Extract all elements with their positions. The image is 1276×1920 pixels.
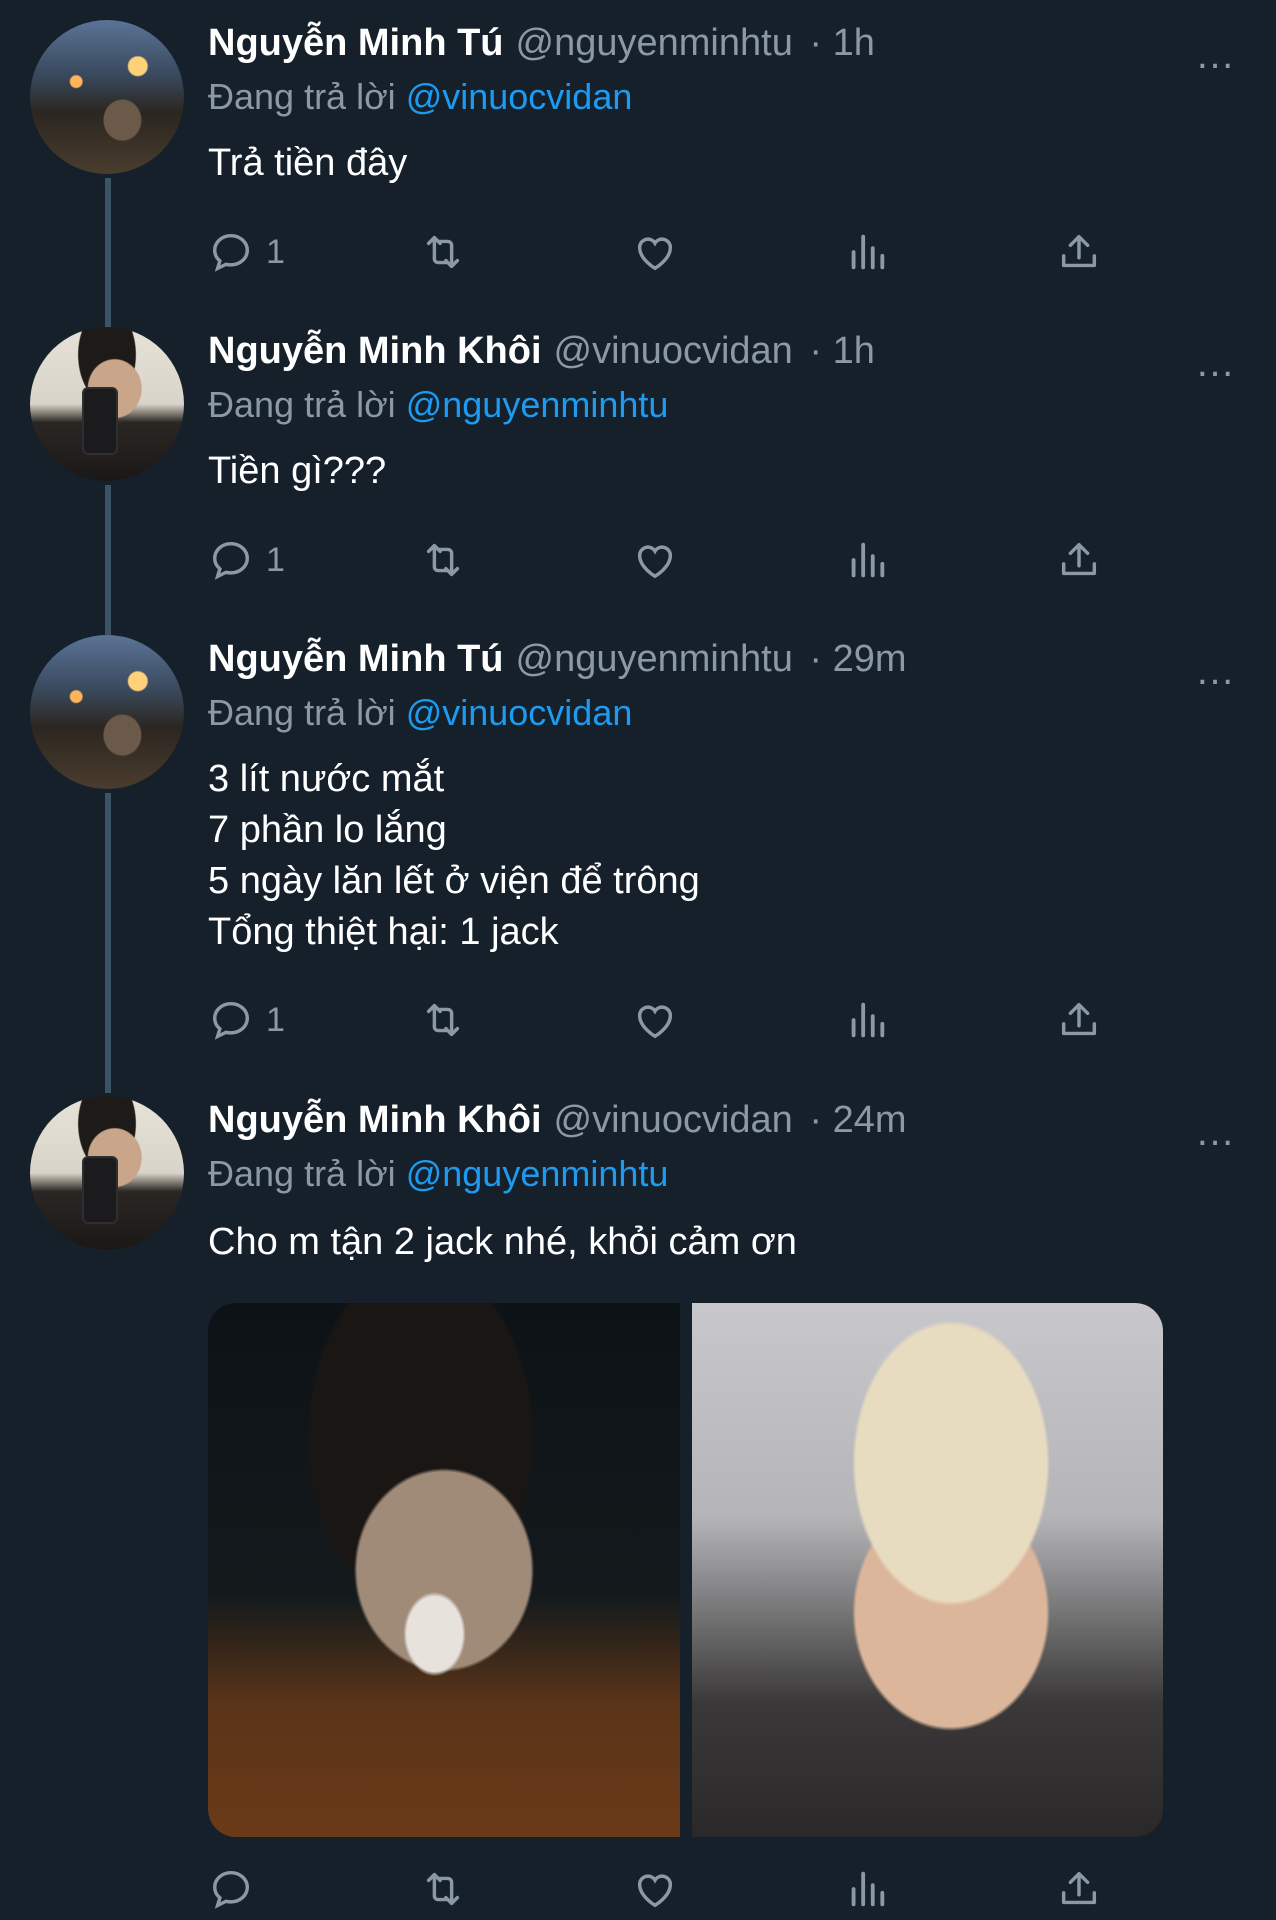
media-image[interactable] [692, 1303, 1163, 1837]
display-name[interactable]: Nguyễn Minh Tú [208, 638, 504, 680]
views-button[interactable] [844, 530, 890, 590]
reply-icon [212, 233, 250, 272]
views-button[interactable] [844, 1859, 890, 1919]
tweet-header: Nguyễn Minh Tú @nguyenminhtu · 1h [208, 22, 875, 65]
timestamp[interactable]: · 24m [809, 1099, 906, 1141]
retweet-icon [426, 1872, 460, 1906]
replying-label: Đang trả lời [208, 692, 396, 733]
analytics-icon [851, 234, 885, 270]
reply-icon [212, 541, 250, 580]
reply-button[interactable]: 1 [208, 990, 285, 1050]
replying-to: Đang trả lời @nguyenminhtu [208, 1153, 668, 1195]
replying-to: Đang trả lời @vinuocvidan [208, 76, 632, 118]
heart-icon [637, 545, 673, 579]
avatar[interactable] [30, 20, 184, 174]
more-options-icon[interactable]: … [1195, 651, 1236, 691]
share-button[interactable] [1056, 990, 1102, 1050]
tweet-header: Nguyễn Minh Tú @nguyenminhtu · 29m [208, 638, 907, 681]
views-button[interactable] [844, 990, 890, 1050]
reply-icon [212, 1870, 250, 1909]
timestamp[interactable]: · 29m [809, 638, 906, 680]
avatar[interactable] [30, 1096, 184, 1250]
more-options-icon[interactable]: … [1195, 1112, 1236, 1152]
thread-line [105, 793, 111, 1093]
views-button[interactable] [844, 222, 890, 282]
share-icon [1061, 542, 1097, 576]
retweet-button[interactable] [420, 990, 466, 1050]
replying-label: Đang trả lời [208, 384, 396, 425]
tweet-text: Cho m tận 2 jack nhé, khỏi cảm ơn [208, 1221, 797, 1263]
heart-icon [637, 237, 673, 271]
tweet-actions [208, 1859, 1138, 1919]
thread-line [105, 485, 111, 635]
reply-button[interactable]: 1 [208, 222, 285, 282]
tweet-actions: 1 [208, 530, 1138, 590]
display-name[interactable]: Nguyễn Minh Khôi [208, 330, 542, 372]
retweet-icon [426, 543, 460, 577]
share-icon [1061, 234, 1097, 268]
media-image[interactable] [208, 1303, 680, 1837]
like-button[interactable] [632, 1859, 678, 1919]
reply-count: 1 [266, 232, 285, 271]
share-button[interactable] [1056, 222, 1102, 282]
display-name[interactable]: Nguyễn Minh Tú [208, 22, 504, 64]
share-button[interactable] [1056, 530, 1102, 590]
handle[interactable]: @vinuocvidan [554, 330, 793, 372]
share-button[interactable] [1056, 1859, 1102, 1919]
avatar[interactable] [30, 327, 184, 481]
tweet-text: Tiền gì??? [208, 450, 387, 492]
like-button[interactable] [632, 530, 678, 590]
more-options-icon[interactable]: … [1195, 343, 1236, 383]
analytics-icon [851, 542, 885, 578]
retweet-icon [426, 1003, 460, 1037]
tweet-media-grid [208, 1303, 1163, 1837]
handle[interactable]: @nguyenminhtu [516, 22, 793, 64]
retweet-button[interactable] [420, 1859, 466, 1919]
replying-label: Đang trả lời [208, 76, 396, 117]
retweet-button[interactable] [420, 530, 466, 590]
reply-button[interactable]: 1 [208, 530, 285, 590]
analytics-icon [851, 1002, 885, 1038]
tweet-text: 3 lít nước mắt 7 phần lo lắng 5 ngày lăn… [208, 758, 700, 953]
retweet-button[interactable] [420, 222, 466, 282]
timestamp[interactable]: · 1h [809, 22, 874, 64]
heart-icon [637, 1005, 673, 1039]
replying-to: Đang trả lời @nguyenminhtu [208, 384, 668, 426]
like-button[interactable] [632, 222, 678, 282]
more-options-icon[interactable]: … [1195, 35, 1236, 75]
share-icon [1061, 1002, 1097, 1036]
retweet-icon [426, 235, 460, 269]
thread-line [105, 178, 111, 328]
tweet-actions: 1 [208, 990, 1138, 1050]
timestamp[interactable]: · 1h [809, 330, 874, 372]
handle[interactable]: @nguyenminhtu [516, 638, 793, 680]
like-button[interactable] [632, 990, 678, 1050]
mention-link[interactable]: @nguyenminhtu [406, 384, 669, 425]
mention-link[interactable]: @nguyenminhtu [406, 1153, 669, 1194]
display-name[interactable]: Nguyễn Minh Khôi [208, 1099, 542, 1141]
mention-link[interactable]: @vinuocvidan [406, 76, 633, 117]
handle[interactable]: @vinuocvidan [554, 1099, 793, 1141]
replying-label: Đang trả lời [208, 1153, 396, 1194]
avatar[interactable] [30, 635, 184, 789]
reply-count: 1 [266, 540, 285, 579]
share-icon [1061, 1871, 1097, 1905]
reply-icon [212, 1001, 250, 1040]
reply-count: 1 [266, 1000, 285, 1039]
analytics-icon [851, 1871, 885, 1907]
heart-icon [637, 1874, 673, 1908]
tweet-header: Nguyễn Minh Khôi @vinuocvidan · 24m [208, 1099, 907, 1142]
tweet-header: Nguyễn Minh Khôi @vinuocvidan · 1h [208, 330, 875, 373]
reply-button[interactable] [208, 1859, 266, 1919]
replying-to: Đang trả lời @vinuocvidan [208, 692, 632, 734]
tweet-text: Trả tiền đây [208, 142, 408, 184]
tweet-actions: 1 [208, 222, 1138, 282]
mention-link[interactable]: @vinuocvidan [406, 692, 633, 733]
